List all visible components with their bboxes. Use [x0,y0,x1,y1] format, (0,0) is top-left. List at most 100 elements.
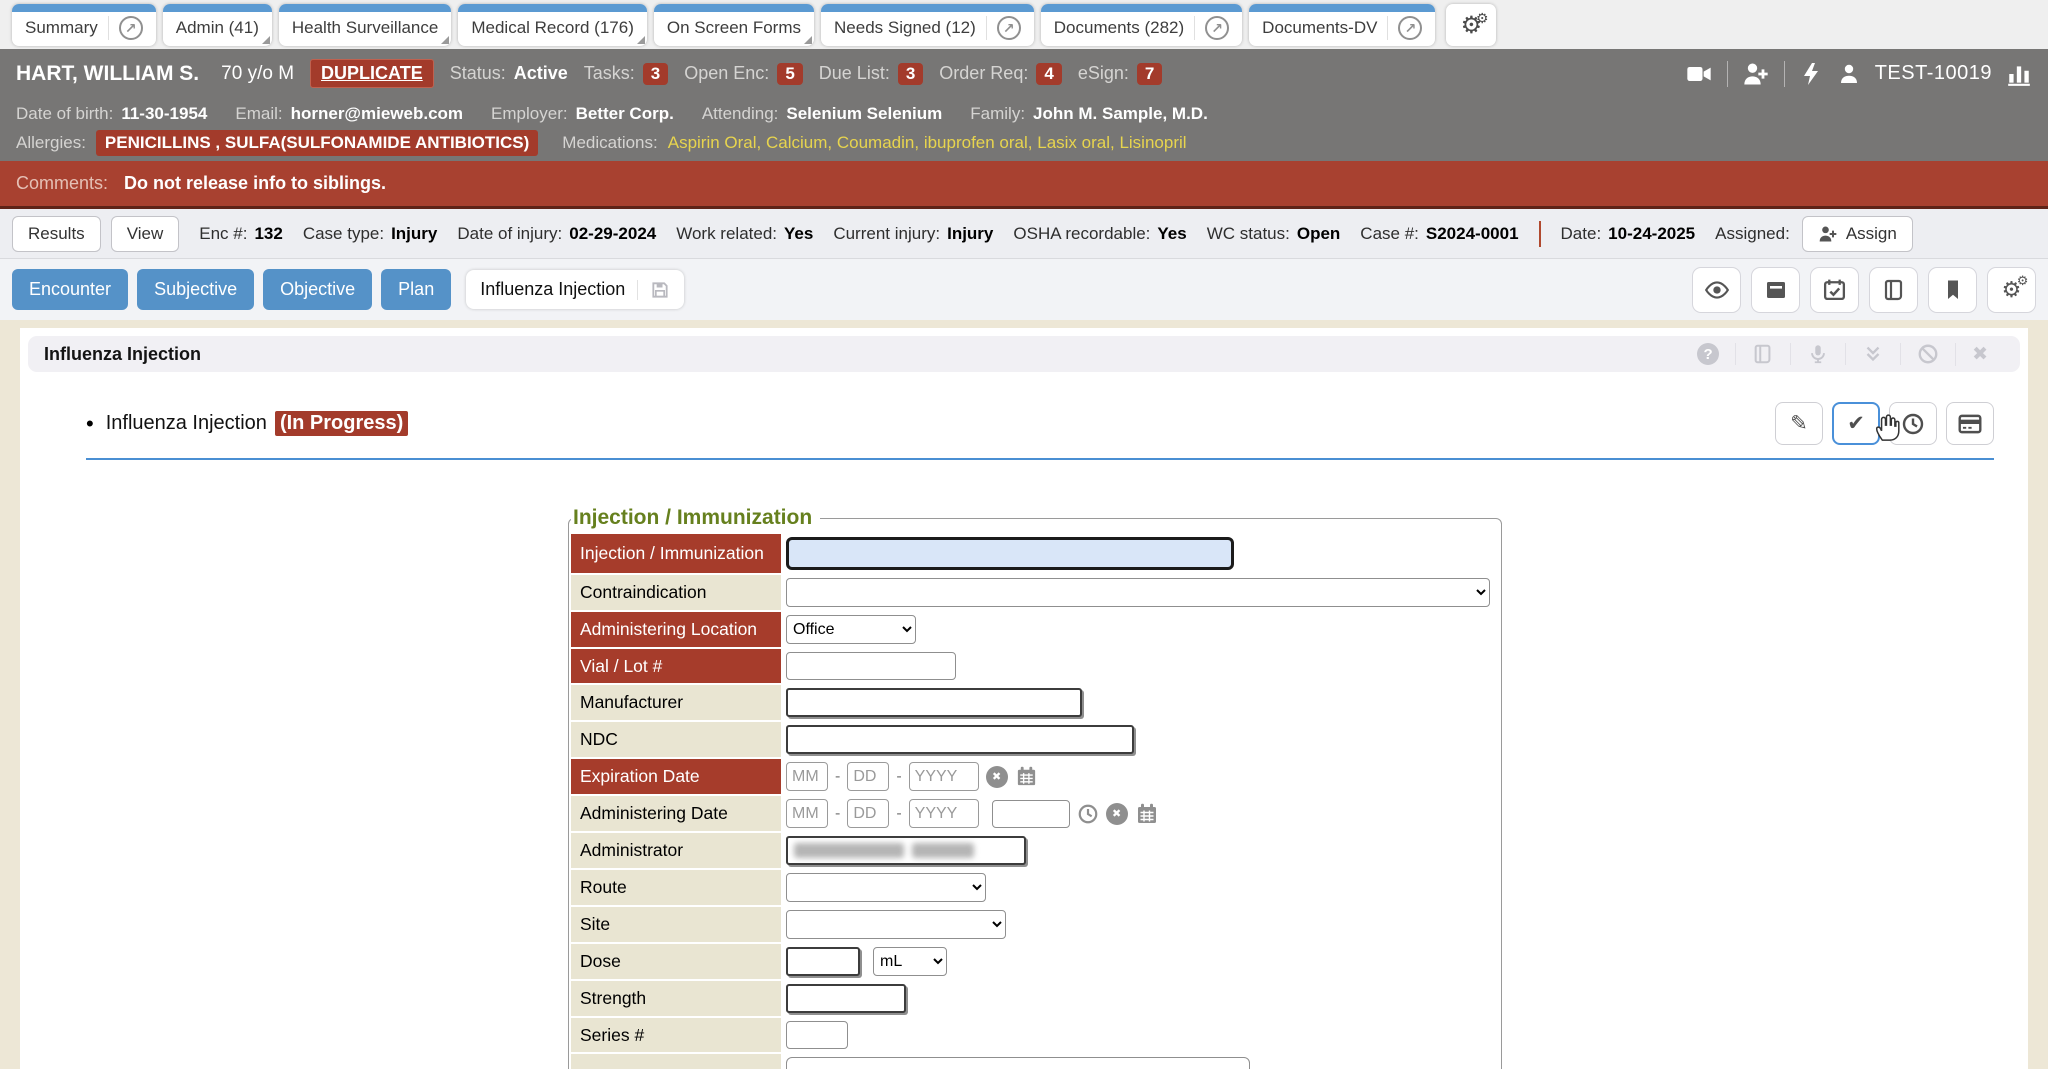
bookmark-icon[interactable] [1928,267,1977,313]
view-button[interactable]: View [111,216,180,252]
administering-location-select[interactable]: Office [786,615,916,644]
due-list-counter[interactable]: Due List: 3 [819,63,924,85]
objective-button[interactable]: Objective [263,269,372,310]
medication-link[interactable]: ibuprofen oral [914,133,1027,153]
time-clock-icon[interactable] [1077,803,1099,825]
item-title[interactable]: Influenza Injection [106,412,267,435]
strength-input[interactable] [786,984,906,1013]
journal-icon[interactable] [1869,267,1918,313]
dose-unit-select[interactable]: mL [873,947,947,976]
video-call-icon[interactable] [1685,60,1713,88]
calendar-icon[interactable] [1135,802,1159,826]
field-label: Injection / Immunization [571,534,781,573]
count-badge[interactable]: 3 [898,63,923,85]
medication-link[interactable]: Coumadin [827,133,914,153]
tab-needs-signed[interactable]: Needs Signed (12) ↗ [821,4,1034,46]
administrator-input[interactable] [786,836,1026,865]
site-select[interactable] [786,910,1006,939]
expiration-month-input[interactable] [786,762,828,791]
settings-gears-icon[interactable]: ⚙⚙ [1987,267,2036,313]
field-label: Reaction / Comments [571,1054,781,1069]
tab-documents-dv[interactable]: Documents-DV ↗ [1249,4,1435,46]
ndc-input[interactable] [786,725,1134,754]
vial-lot-input[interactable] [786,652,956,680]
expiration-year-input[interactable] [909,762,979,791]
history-clock-icon[interactable] [1889,402,1937,445]
tab-label: On Screen Forms [667,18,801,38]
medication-link[interactable]: Calcium [757,133,828,153]
manufacturer-input[interactable] [786,688,1082,717]
microphone-icon[interactable] [1790,343,1845,365]
medication-link[interactable]: Lasix oral [1028,133,1110,153]
complete-check-icon[interactable]: ✔ [1832,402,1880,445]
injection-immunization-input[interactable] [786,537,1234,570]
bolt-icon[interactable] [1799,62,1823,86]
collapse-all-icon[interactable] [1845,343,1900,365]
encounter-button[interactable]: Encounter [12,269,128,310]
administering-month-input[interactable] [786,799,828,828]
book-icon[interactable] [1735,343,1790,365]
plan-button[interactable]: Plan [381,269,451,310]
archive-icon[interactable] [1751,267,1800,313]
field-label: Administering Date [571,796,781,831]
open-enc-counter[interactable]: Open Enc: 5 [684,63,803,85]
contraindication-select[interactable] [786,578,1490,607]
assigned-field: Assigned: [1715,224,1790,244]
order-req-counter[interactable]: Order Req: 4 [939,63,1062,85]
preview-eye-icon[interactable] [1692,267,1741,313]
tab-documents[interactable]: Documents (282) ↗ [1041,4,1242,46]
count-badge[interactable]: 7 [1137,63,1162,85]
assign-button[interactable]: Assign [1802,216,1913,252]
dropdown-fold-icon [262,36,270,44]
tasks-counter[interactable]: Tasks: 3 [584,63,668,85]
tab-summary[interactable]: Summary ↗ [12,4,156,46]
help-icon[interactable]: ? [1681,343,1735,365]
edit-icon[interactable]: ✎ [1775,402,1823,445]
close-icon[interactable]: ✖ [1955,343,2004,366]
count-badge[interactable]: 3 [643,63,668,85]
subjective-button[interactable]: Subjective [137,269,254,310]
case-type: Case type:Injury [303,224,438,244]
patient-id[interactable]: TEST-10019 [1875,62,1992,85]
tab-medical-record[interactable]: Medical Record (176) [458,4,647,46]
calendar-check-icon[interactable] [1810,267,1859,313]
count-badge[interactable]: 5 [777,63,802,85]
dropdown-fold-icon [441,36,449,44]
results-button[interactable]: Results [12,216,101,252]
esign-counter[interactable]: eSign: 7 [1078,63,1163,85]
chart-icon[interactable] [2006,61,2032,87]
tab-settings-gear-icon[interactable]: ⚙⚙ [1446,4,1496,46]
external-link-icon[interactable]: ↗ [986,16,1021,40]
tab-on-screen-forms[interactable]: On Screen Forms [654,4,814,46]
patient-age-sex: 70 y/o M [221,63,294,85]
external-link-icon[interactable]: ↗ [1387,16,1422,40]
add-user-icon[interactable] [1742,60,1770,88]
reaction-comments-textarea[interactable] [786,1057,1250,1069]
card-view-icon[interactable] [1946,402,1994,445]
tab-admin[interactable]: Admin (41) [163,4,272,46]
field-label: Expiration Date [571,759,781,794]
administering-year-input[interactable] [909,799,979,828]
series-number-input[interactable] [786,1021,848,1049]
medication-link[interactable]: Aspirin Oral [668,133,757,153]
external-link-icon[interactable]: ↗ [108,16,143,40]
count-badge[interactable]: 4 [1036,63,1061,85]
enc-number: Enc #:132 [199,224,283,244]
save-icon[interactable] [637,280,670,300]
dose-input[interactable] [786,947,860,976]
tab-health-surveillance[interactable]: Health Surveillance [279,4,451,46]
clear-date-icon[interactable]: ✖ [986,766,1008,788]
calendar-icon[interactable] [1015,765,1038,788]
allergies-badge[interactable]: PENICILLINS , SULFA(SULFONAMIDE ANTIBIOT… [96,130,538,156]
comments-text: Do not release info to siblings. [124,173,386,194]
influenza-injection-form-tab[interactable]: Influenza Injection [466,270,684,309]
expiration-day-input[interactable] [847,762,889,791]
duplicate-badge[interactable]: DUPLICATE [310,59,434,88]
disable-icon[interactable] [1900,343,1955,365]
administering-day-input[interactable] [847,799,889,828]
route-select[interactable] [786,873,986,902]
administering-time-input[interactable] [992,800,1070,828]
medication-link[interactable]: Lisinopril [1110,133,1187,153]
clear-date-icon[interactable]: ✖ [1106,803,1128,825]
external-link-icon[interactable]: ↗ [1194,16,1229,40]
